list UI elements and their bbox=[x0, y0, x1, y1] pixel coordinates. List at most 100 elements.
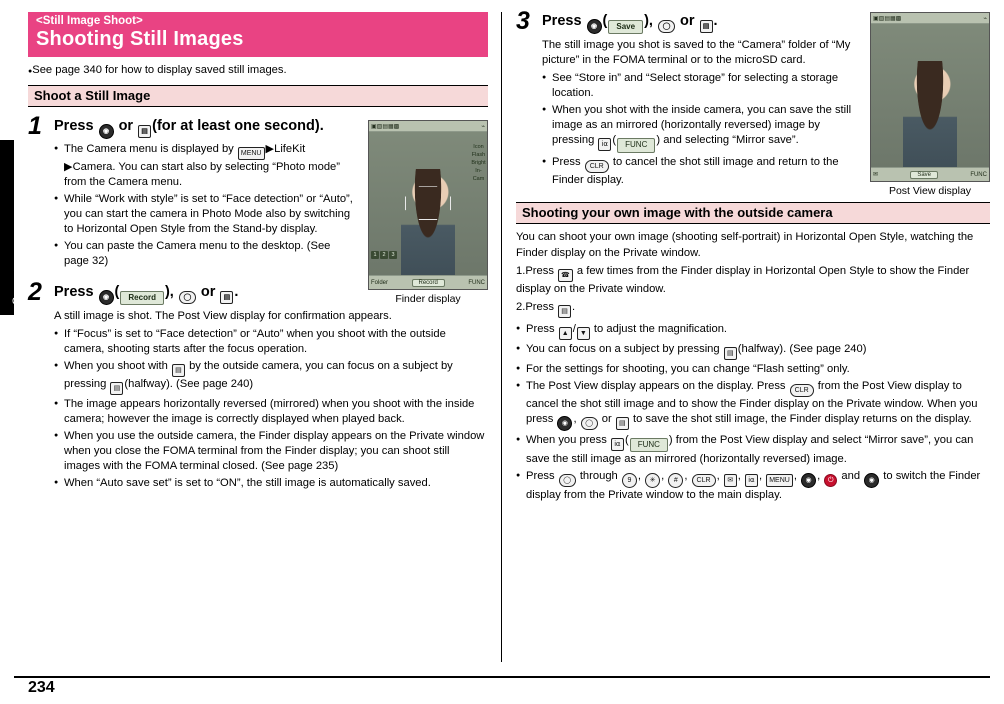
step-1-head-pre: Press bbox=[54, 118, 94, 134]
step-2-bullet-2: When you shoot with ▤ by the outside cam… bbox=[54, 359, 488, 396]
focus-frame bbox=[405, 186, 451, 221]
section2-bullet-5: When you press i⍺(FUNC) from the Post Vi… bbox=[516, 433, 990, 468]
title-note-text: See page 340 for how to display saved st… bbox=[32, 64, 287, 76]
finder-viewfinder: Icon Flash Bright In-Cam 1 2 3 bbox=[369, 132, 487, 275]
finder-right-item-1: Flash bbox=[471, 151, 486, 158]
step-3-head-pre: Press bbox=[542, 13, 582, 29]
finder-right-item-0: Icon bbox=[473, 144, 484, 150]
camera-key-icon: ◉ bbox=[98, 124, 114, 139]
side-tab-camera: Camera bbox=[0, 140, 23, 315]
center-key-icon-4: ◉ bbox=[864, 473, 880, 489]
dial-key-icon-3: ◯ bbox=[580, 416, 598, 430]
column-divider bbox=[501, 12, 502, 662]
step-2-head-pre: Press bbox=[54, 284, 94, 300]
step-2-bullets: If “Focus” is set to “Face detection” or… bbox=[54, 327, 488, 491]
section2-bullet-1: Press ▲/▼ to adjust the magnification. bbox=[516, 322, 990, 340]
step-3-body: The still image you shot is saved to the… bbox=[542, 39, 851, 67]
title-note: ●See page 340 for how to display saved s… bbox=[28, 64, 287, 76]
mail-key-icon: ✉ bbox=[723, 474, 737, 488]
finder-display-figure: ▣▧▤▦▩ ⌁ Icon Flash Bright In-Cam 1 2 3 F… bbox=[368, 120, 488, 305]
down-key-icon: ▼ bbox=[576, 326, 590, 340]
side-key-icon-3: ▤ bbox=[171, 364, 185, 378]
section2-bullets: Press ▲/▼ to adjust the magnification. Y… bbox=[516, 322, 990, 504]
clr-key-icon-2: CLR bbox=[789, 383, 814, 397]
page-number: 234 bbox=[28, 679, 55, 696]
step-3-head-post: or bbox=[680, 13, 695, 29]
step-1-head-post: (for at least one second). bbox=[152, 118, 324, 134]
side-key-icon-5: ▤ bbox=[699, 20, 713, 33]
finder-num-2: 3 bbox=[389, 251, 397, 259]
finder-screen: ▣▧▤▦▩ ⌁ Icon Flash Bright In-Cam 1 2 3 F… bbox=[368, 120, 488, 290]
step-2-bullet-5: When “Auto save set” is set to “ON”, the… bbox=[54, 476, 488, 491]
step-3: 3 Press ◉(Save), ◯ or ▤. The still image… bbox=[516, 7, 990, 188]
step-3-bullet-2: When you shot with the inside camera, yo… bbox=[542, 103, 858, 154]
status-icons-left: ▣▧▤▦▩ bbox=[371, 123, 400, 130]
status-icons-right: ⌁ bbox=[481, 123, 485, 130]
step-1-bullet-3: You can paste the Camera menu to the des… bbox=[54, 239, 356, 269]
section-heading-shoot-still-image: Shoot a Still Image bbox=[28, 85, 488, 107]
menu-key-icon: MENU bbox=[237, 147, 265, 160]
step-3-bullet-1: See “Store in” and “Select storage” for … bbox=[542, 71, 858, 101]
step-2-bullet-4: When you use the outside camera, the Fin… bbox=[54, 429, 488, 474]
step-2: 2 Press ◉(Record), ◯ or ▤. A still image… bbox=[28, 280, 488, 491]
step-3-head-mid: , bbox=[648, 13, 653, 29]
page-subtitle: <Still Image Shoot> bbox=[36, 15, 143, 27]
left-column: <Still Image Shoot> Shooting Still Image… bbox=[28, 12, 488, 491]
footer-rule bbox=[14, 676, 990, 678]
step-2-bullet-3: The image appears horizontally reversed … bbox=[54, 397, 488, 427]
center-key-icon-3: ◉ bbox=[557, 415, 573, 431]
step-2-heading: Press ◉(Record), ◯ or ▤. bbox=[54, 283, 488, 305]
record-softkey-label: Record bbox=[120, 291, 164, 305]
step-3-heading: Press ◉(Save), ◯ or ▤. bbox=[542, 12, 858, 34]
side-key-icon-2: ▤ bbox=[220, 291, 234, 304]
func-softkey-label-2: FUNC bbox=[629, 437, 668, 453]
camera-key-icon-2: ◉ bbox=[801, 473, 817, 489]
section2-bullet-4: The Post View display appears on the dis… bbox=[516, 379, 990, 431]
step-1-heading: Press ◉ or ▤ (for at least one second). bbox=[54, 117, 356, 139]
phone-key-icon: ☎ bbox=[558, 269, 573, 283]
side-key-icon-6: ▤ bbox=[558, 304, 572, 318]
side-tab-label: Camera bbox=[11, 263, 23, 305]
section2-ordered-2: 2.Press ▤. bbox=[516, 300, 990, 318]
clr-key-icon: CLR bbox=[584, 160, 609, 174]
ifunc-key-icon-2: i⍺ bbox=[610, 437, 624, 451]
page-title: Shooting Still Images bbox=[36, 28, 244, 50]
side-key-icon-8: ▤ bbox=[615, 416, 629, 430]
key-9-icon: 9 bbox=[621, 473, 637, 489]
up-key-icon: ▲ bbox=[558, 326, 572, 340]
finder-right-menu: Icon Flash Bright In-Cam bbox=[471, 144, 486, 184]
clr-key-icon-3: CLR bbox=[691, 474, 716, 488]
center-key-icon-2: ◉ bbox=[586, 19, 602, 34]
finder-number-row: 1 2 3 bbox=[371, 251, 397, 259]
step-1-head-mid: or bbox=[118, 118, 134, 134]
ifunc-key-icon: i⍺ bbox=[598, 138, 612, 152]
step-3-bullets: See “Store in” and “Select storage” for … bbox=[542, 71, 858, 188]
func-softkey-label-1: FUNC bbox=[617, 138, 656, 154]
step-1-bullets: The Camera menu is displayed by MENU▶Lif… bbox=[54, 142, 356, 269]
dial-key-icon-2: ◯ bbox=[657, 20, 675, 33]
right-column: ▣▧▤▦▩ ⌁ ✉ Save FUNC Post View display 3 … bbox=[516, 7, 990, 504]
dial-key-icon-4: ◯ bbox=[558, 474, 576, 488]
center-key-icon: ◉ bbox=[98, 290, 114, 305]
section2-bullet-2: You can focus on a subject by pressing ▤… bbox=[516, 342, 990, 360]
save-softkey-label: Save bbox=[608, 20, 644, 34]
step-2-body: A still image is shot. The Post View dis… bbox=[54, 310, 392, 322]
section2-ordered-1: 1.Press ☎ a few times from the Finder di… bbox=[516, 265, 970, 296]
key-star-icon: ✳ bbox=[645, 473, 661, 489]
ifunc-key-icon-3: i⍺ bbox=[745, 474, 758, 488]
section-heading-self-portrait: Shooting your own image with the outside… bbox=[516, 202, 990, 225]
side-key-icon: ▤ bbox=[138, 125, 152, 138]
step-2-head-post: or bbox=[200, 284, 216, 300]
section2-bullet-3: For the settings for shooting, you can c… bbox=[516, 362, 990, 377]
dial-key-icon: ◯ bbox=[178, 291, 196, 304]
finder-right-item-3: In-Cam bbox=[472, 167, 485, 182]
finder-num-0: 1 bbox=[371, 251, 379, 259]
section2-intro: You can shoot your own image (shooting s… bbox=[516, 231, 974, 259]
step-3-number: 3 bbox=[516, 7, 530, 35]
step-1-number: 1 bbox=[28, 112, 42, 140]
step-1-bullet-2: While “Work with style” is set to “Face … bbox=[54, 192, 356, 237]
power-key-icon: ⏻ bbox=[824, 474, 838, 488]
step-2-bullet-1: If “Focus” is set to “Face detection” or… bbox=[54, 327, 488, 357]
subject-person bbox=[401, 169, 455, 275]
section2-bullet-6: Press ◯ through 9, ✳, #, CLR, ✉, i⍺, MEN… bbox=[516, 469, 990, 503]
